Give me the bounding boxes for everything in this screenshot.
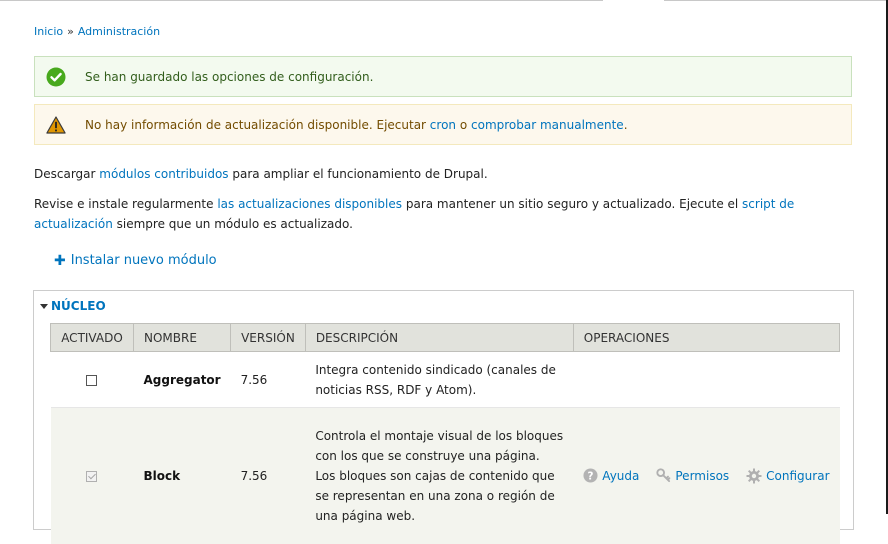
- warning-message: No hay información de actualización disp…: [34, 104, 852, 145]
- top-border: [0, 0, 888, 1]
- enabled-cell: [50, 351, 134, 408]
- block-enable-checkbox: [86, 470, 98, 482]
- operations-cell: [573, 351, 840, 408]
- enabled-cell: [50, 407, 134, 544]
- configure-link-label: Configurar: [766, 468, 830, 483]
- status-message-text: Se han guardado las opciones de configur…: [85, 69, 374, 84]
- plus-icon: ✚: [54, 252, 66, 269]
- aggregator-enable-checkbox[interactable]: [86, 374, 98, 386]
- breadcrumb-admin-link[interactable]: Administración: [78, 25, 160, 38]
- module-name: Aggregator: [133, 351, 231, 408]
- header-description: DESCRIPCIÓN: [304, 323, 574, 352]
- modules-table: ACTIVADO NOMBRE VERSIÓN DESCRIPCIÓN OPER…: [50, 323, 841, 544]
- install-new-module-link[interactable]: Instalar nuevo módulo: [71, 253, 217, 268]
- help-icon: ?: [583, 468, 598, 483]
- permissions-link-label: Permisos: [675, 468, 730, 483]
- check-manually-link[interactable]: comprobar manualmente: [471, 118, 624, 132]
- table-row: Block 7.56 Controla el montaje visual de…: [50, 407, 840, 544]
- permissions-link[interactable]: Permisos: [656, 468, 729, 483]
- breadcrumb: Inicio » Administración: [34, 25, 160, 38]
- available-updates-link[interactable]: las actualizaciones disponibles: [217, 197, 402, 211]
- warning-text-mid: o: [456, 117, 471, 132]
- header-enabled: ACTIVADO: [50, 323, 134, 352]
- p2-prefix: Revise e instale regularmente: [34, 197, 218, 211]
- breadcrumb-home-link[interactable]: Inicio: [34, 25, 63, 38]
- module-name: Block: [133, 407, 231, 544]
- key-icon: [656, 468, 671, 483]
- help-link-label: Ayuda: [602, 468, 640, 483]
- svg-text:?: ?: [588, 471, 594, 483]
- warning-text-prefix: No hay información de actualización disp…: [85, 117, 430, 132]
- table-row: Aggregator 7.56 Integra contenido sindic…: [50, 351, 840, 408]
- install-new-module-action[interactable]: ✚ Instalar nuevo módulo: [54, 253, 217, 268]
- contributed-modules-link[interactable]: módulos contribuidos: [99, 167, 228, 181]
- header-version: VERSIÓN: [230, 323, 306, 352]
- help-link[interactable]: ? Ayuda: [583, 468, 639, 483]
- warning-triangle-icon: [46, 115, 66, 135]
- collapse-triangle-icon: [40, 303, 48, 309]
- p1-prefix: Descargar: [34, 167, 100, 181]
- module-description: Integra contenido sindicado (canales de …: [305, 351, 574, 408]
- core-fieldset-title: NÚCLEO: [51, 299, 106, 313]
- cron-link[interactable]: cron: [430, 118, 456, 132]
- gear-icon: [746, 468, 762, 484]
- status-message: Se han guardado las opciones de configur…: [34, 56, 852, 97]
- header-name: NOMBRE: [132, 323, 232, 352]
- p2-suffix: siempre que un módulo es actualizado.: [112, 217, 353, 231]
- table-header-row: ACTIVADO NOMBRE VERSIÓN DESCRIPCIÓN OPER…: [50, 323, 841, 352]
- p1-suffix: para ampliar el funcionamiento de Drupal…: [228, 167, 488, 181]
- operations-links: ? Ayuda Permisos Configurar: [583, 468, 830, 484]
- intro-paragraph-1: Descargar módulos contribuidos para ampl…: [34, 164, 864, 184]
- configure-link[interactable]: Configurar: [746, 468, 830, 484]
- warning-message-text: No hay información de actualización disp…: [85, 117, 628, 133]
- operations-cell: ? Ayuda Permisos Configurar: [573, 407, 840, 544]
- module-version: 7.56: [230, 407, 306, 544]
- core-fieldset-toggle[interactable]: NÚCLEO: [40, 299, 106, 313]
- module-description: Controla el montaje visual de los bloque…: [305, 407, 574, 544]
- breadcrumb-separator: »: [67, 25, 74, 38]
- p2-mid: para mantener un sitio seguro y actualiz…: [402, 197, 743, 211]
- module-version: 7.56: [230, 351, 306, 408]
- header-operations: OPERACIONES: [572, 323, 841, 352]
- warning-text-suffix: .: [623, 117, 628, 132]
- check-circle-icon: [46, 67, 66, 87]
- intro-paragraph-2: Revise e instale regularmente las actual…: [34, 194, 864, 234]
